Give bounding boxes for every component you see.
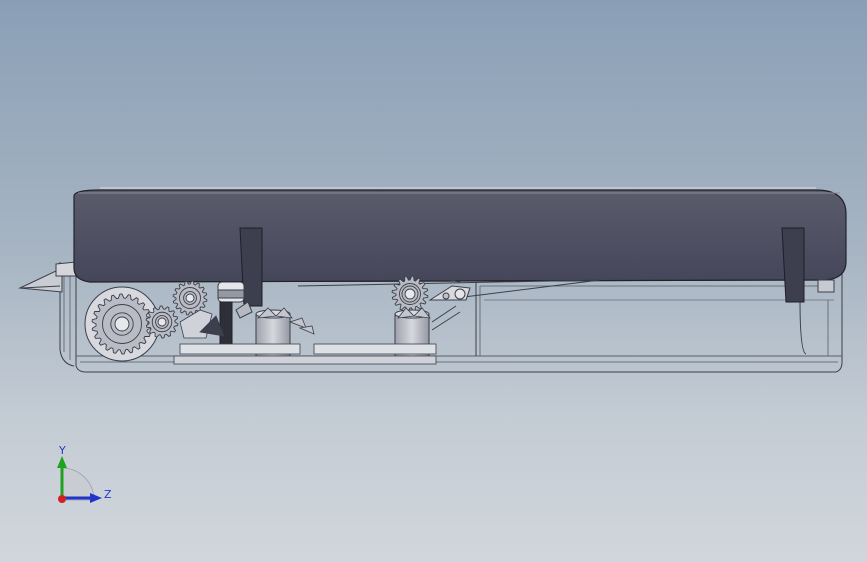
y-axis-arrow — [57, 456, 67, 468]
z-axis-arrow — [90, 493, 102, 503]
gear-ring — [114, 316, 130, 332]
z-axis-label: Z — [104, 488, 112, 501]
circuit-board[interactable] — [173, 343, 437, 365]
triad-quadrant — [61, 467, 95, 501]
y-axis-label: Y — [58, 444, 66, 457]
gear-ring — [185, 293, 195, 303]
linkage-arm[interactable] — [428, 279, 471, 331]
cad-viewport[interactable]: Y Z — [0, 0, 867, 562]
gear-ring — [404, 288, 416, 300]
orientation-triad[interactable]: Y Z — [57, 444, 112, 503]
x-axis-point — [58, 495, 66, 503]
gear-ring — [157, 317, 167, 327]
left-blade[interactable] — [18, 261, 77, 293]
model-assembly[interactable] — [18, 187, 847, 373]
small-spur-gear-2[interactable] — [172, 280, 208, 316]
